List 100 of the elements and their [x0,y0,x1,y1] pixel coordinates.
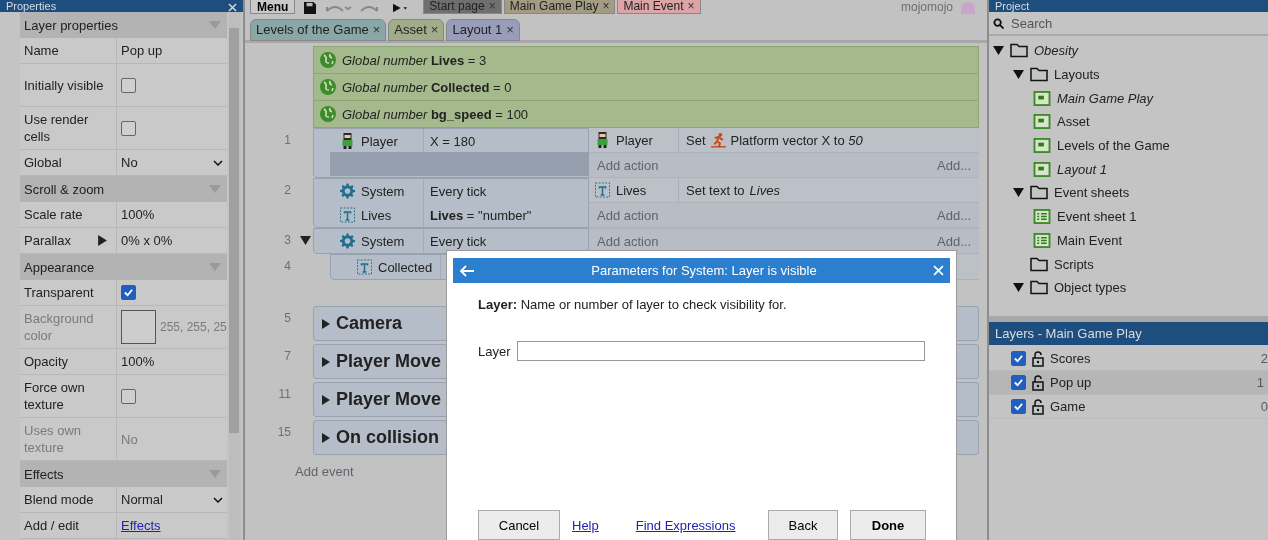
dropdown[interactable]: No [121,155,227,170]
checkbox[interactable] [1011,375,1026,390]
tab[interactable]: Main Event × [617,0,701,14]
folder-icon [1030,280,1048,296]
layout-icon [1033,161,1051,177]
padlock-icon[interactable] [1032,374,1044,391]
expand-triangle-icon[interactable] [322,318,330,329]
action-text[interactable]: Set text to Lives [679,182,780,198]
property-label: Force own texture [20,375,117,417]
expand-triangle-icon[interactable] [1013,283,1024,293]
effects-link[interactable]: Effects [121,518,161,533]
condition-object[interactable]: System [314,229,424,253]
event-row[interactable]: 2 System Every tick Lives Lives = "number" Lives Set text to Lives Add action Add... [245,178,979,228]
folder-icon [1010,43,1028,59]
global-variable[interactable]: Global number Lives = 3 [313,46,979,74]
tree-item[interactable]: Object types [1054,280,1127,296]
layer-row[interactable]: Game 0 [989,395,1268,419]
event-sheet-icon [1033,232,1051,248]
globe-icon [320,79,336,95]
save-icon[interactable] [303,2,318,14]
tree-item[interactable]: Layouts [1054,67,1100,83]
tree-item[interactable]: Event sheets [1054,185,1130,201]
scrollbar-thumb[interactable] [229,28,239,433]
tab[interactable]: Asset × [388,19,445,41]
tree-item[interactable]: Asset [1057,114,1090,130]
condition-object[interactable]: Collected [331,255,441,279]
play-icon[interactable] [393,2,408,14]
tree-item[interactable]: Main Game Play [1057,90,1154,106]
panel-title: Properties [6,0,57,12]
back-arrow-icon[interactable] [459,264,475,277]
link[interactable]: Find Expressions [635,517,736,533]
section-header[interactable]: Layer properties [20,12,227,38]
global-variable[interactable]: Global number bg_speed = 100 [313,101,979,128]
padlock-icon[interactable] [1032,350,1044,367]
close-icon[interactable]: × [506,23,514,37]
color-swatch[interactable] [121,310,156,344]
close-icon[interactable]: × [430,23,439,37]
tree-item[interactable]: Levels of the Game [1057,138,1170,154]
layout-icon [1033,90,1051,106]
tree-item[interactable]: Event sheet 1 [1057,209,1137,225]
expand-triangle-icon[interactable] [322,432,330,443]
collapse-triangle-icon[interactable] [300,236,311,245]
menu-button[interactable]: Menu [250,0,296,14]
section-header[interactable]: Appearance [20,254,227,280]
layer-input-field[interactable] [516,341,925,361]
expand-triangle-icon[interactable] [98,235,107,246]
condition-object[interactable]: Lives [314,203,424,227]
property-value[interactable]: 100% [121,207,155,222]
expand-triangle-icon[interactable] [993,46,1004,56]
character-icon [595,132,610,148]
checkbox[interactable] [1011,351,1026,366]
property-value[interactable]: 100% [121,354,155,369]
layer-name: Pop up [1050,375,1092,390]
global-variable[interactable]: Global number Collected = 0 [313,74,979,101]
padlock-icon[interactable] [1032,398,1044,415]
condition-text[interactable]: Lives = "number" [424,207,532,223]
close-icon[interactable]: × [602,0,610,13]
expand-triangle-icon[interactable] [322,394,330,405]
condition-object[interactable]: System [314,179,424,203]
checkbox[interactable] [121,77,136,93]
condition-text[interactable]: Every tick [424,233,487,249]
checkbox[interactable] [1011,399,1026,414]
expand-triangle-icon[interactable] [322,356,330,367]
link[interactable]: Help [572,517,599,533]
event-number: 4 [284,259,291,275]
property-value[interactable]: 0% x 0% [121,233,173,248]
action-text[interactable]: Set Platform vector X to 50 [679,132,863,148]
checkbox[interactable] [121,120,136,136]
dropdown[interactable]: Normal [121,492,227,507]
tree-item[interactable]: Main Event [1057,232,1123,248]
tab[interactable]: Levels of the Game × [250,19,387,41]
checkbox[interactable] [121,388,136,404]
folder-icon [1030,185,1048,201]
layer-row[interactable]: Pop up 1 [989,371,1268,395]
running-figure-icon [710,132,726,148]
tab[interactable]: Layout 1 × [446,19,520,41]
tree-item[interactable]: Obesity [1034,43,1079,59]
layout-icon [1033,138,1051,154]
expand-triangle-icon[interactable] [1013,188,1024,198]
close-icon[interactable] [228,3,237,12]
condition-text[interactable]: Every tick [424,183,487,199]
dialog-button[interactable]: Done [850,510,926,540]
search-field[interactable]: Search [1009,14,1213,32]
dialog-button[interactable]: Back [768,510,838,540]
close-icon[interactable]: × [372,23,381,37]
tree-item[interactable]: Layout 1 [1057,161,1107,177]
section-header[interactable]: Effects [20,461,227,487]
tree-item[interactable]: Scripts [1054,256,1094,272]
event-number: 2 [284,183,291,199]
search-icon [993,17,1004,29]
property-value[interactable]: Pop up [121,43,163,58]
close-icon[interactable]: × [687,0,695,13]
dialog-button[interactable]: Cancel [478,510,560,540]
user-name: mojomojo [900,0,953,14]
section-header[interactable]: Scroll & zoom [20,176,227,202]
tab[interactable]: Main Game Play × [503,0,616,14]
expand-triangle-icon[interactable] [1013,70,1024,80]
checkmark-icon [1013,353,1024,364]
checkbox[interactable] [121,285,136,300]
globe-icon [320,106,336,122]
